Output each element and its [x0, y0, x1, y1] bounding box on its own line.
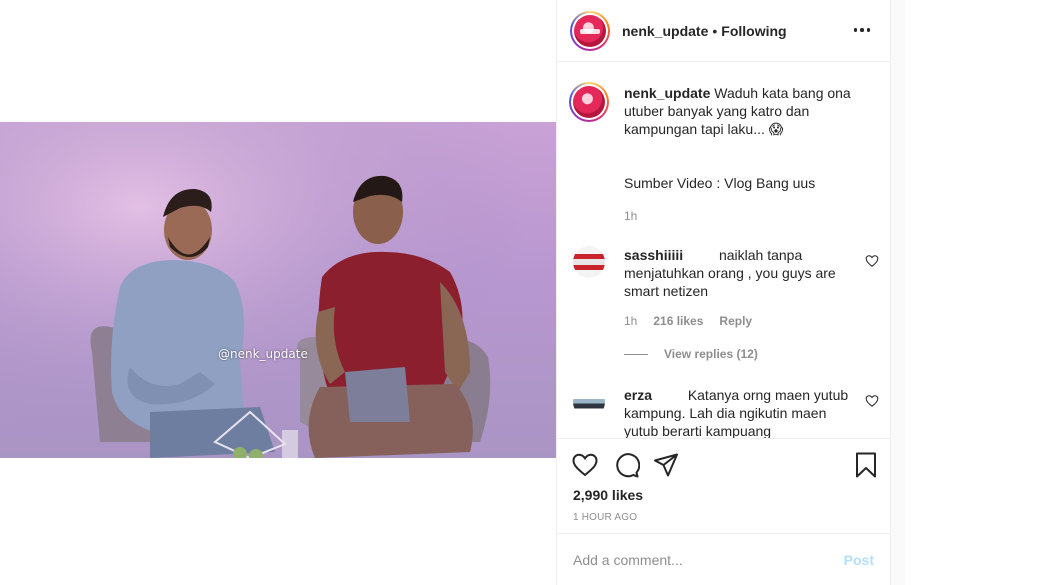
post-comment-button[interactable]: Post: [844, 552, 874, 568]
caption-username[interactable]: nenk_update: [624, 85, 710, 101]
post-actions: 2,990 likes 1 HOUR AGO: [557, 438, 890, 534]
comment-like-heart-icon[interactable]: [865, 394, 879, 408]
comment-meta: 1h 216 likes Reply: [624, 314, 752, 328]
comment-likes[interactable]: 216 likes: [653, 314, 703, 328]
caption-time[interactable]: 1h: [624, 207, 854, 225]
post-media: @nenk_update: [0, 0, 556, 585]
background-strip: [905, 0, 1063, 585]
more-horizontal-icon[interactable]: [850, 18, 874, 42]
post-timestamp[interactable]: 1 HOUR AGO: [573, 512, 637, 523]
page-background-right: [891, 0, 1063, 585]
author-avatar[interactable]: [570, 10, 610, 51]
heart-icon[interactable]: [571, 451, 599, 479]
view-replies-button[interactable]: View replies (12): [624, 347, 758, 361]
video-player[interactable]: @nenk_update: [0, 122, 556, 458]
view-replies-label: View replies (12): [664, 347, 758, 361]
author-username[interactable]: nenk_update: [622, 23, 708, 39]
share-icon[interactable]: [652, 451, 680, 479]
comment-input[interactable]: [573, 552, 844, 568]
video-watermark: @nenk_update: [218, 347, 308, 361]
comment-username[interactable]: sasshiiiii: [624, 247, 683, 263]
caption-avatar[interactable]: [569, 82, 609, 122]
post-header: nenk_update • Following: [557, 0, 890, 62]
replies-divider: [624, 353, 648, 355]
comment-like-heart-icon[interactable]: [865, 254, 879, 268]
comment-time[interactable]: 1h: [624, 314, 637, 328]
avatar-image: [574, 14, 606, 47]
likes-count[interactable]: 2,990 likes: [573, 487, 643, 503]
video-frame: [0, 122, 556, 458]
caption-source: Sumber Video : Vlog Bang uus: [624, 175, 816, 191]
commenter-avatar[interactable]: [573, 246, 605, 278]
post-details-panel: nenk_update • Following nenk_update Wadu…: [556, 0, 891, 585]
bookmark-icon[interactable]: [852, 451, 880, 479]
comment-text: Katanya orng maen yutub kampung. Lah dia…: [624, 387, 849, 438]
comment-username[interactable]: erza: [624, 387, 652, 403]
comment-icon[interactable]: [612, 451, 640, 479]
add-comment-bar: Post: [557, 535, 890, 585]
comment-reply-button[interactable]: Reply: [719, 314, 752, 328]
commenter-avatar[interactable]: [573, 386, 605, 418]
following-button[interactable]: Following: [721, 23, 786, 39]
comments-list[interactable]: nenk_update Waduh kata bang ona utuber b…: [557, 63, 890, 438]
header-separator: •: [712, 22, 718, 39]
